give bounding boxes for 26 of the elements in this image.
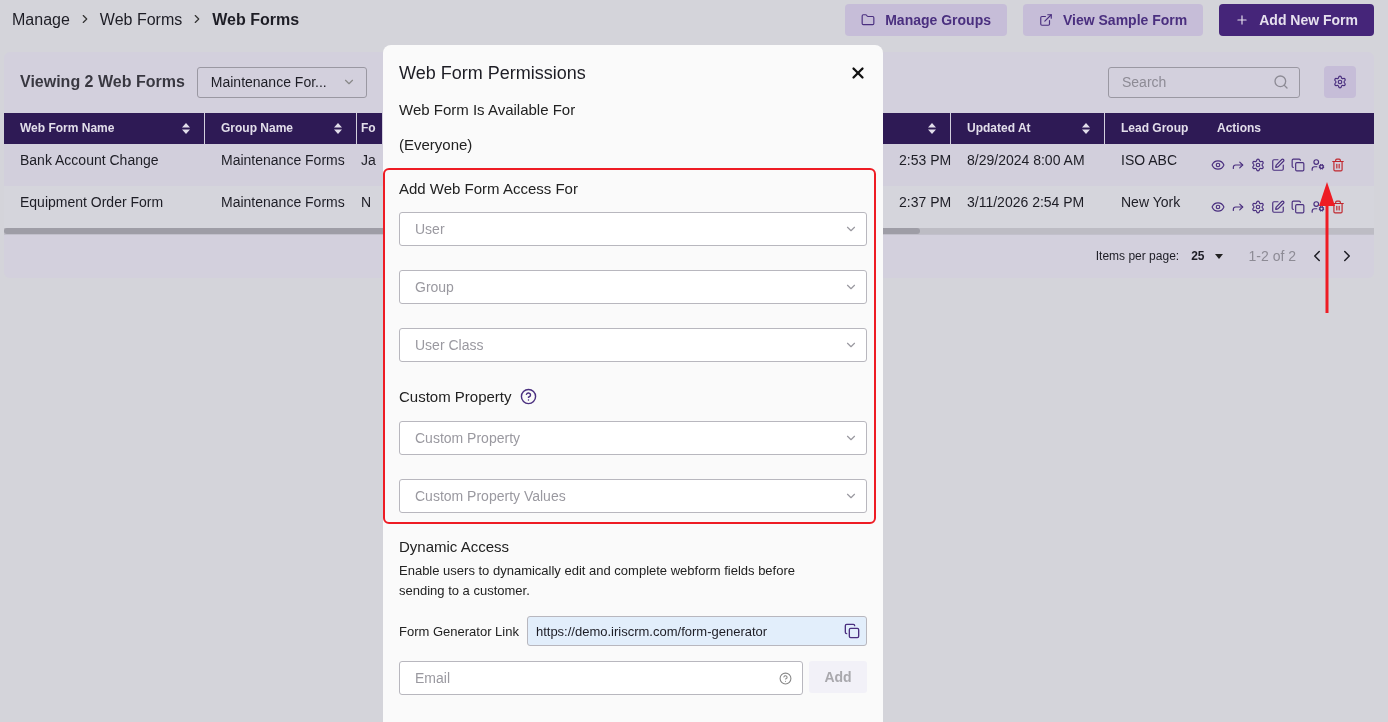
table-cell-text: N [360, 192, 373, 212]
table-cell-text: 2:53 PM [898, 150, 951, 170]
section-heading: Dynamic Access [399, 538, 511, 555]
table-cell-text: Maintenance Forms [220, 150, 346, 170]
column-header: Lead Group [1120, 120, 1190, 138]
available-label: Web Form Is Available For [399, 101, 577, 118]
dialog-title: Web Form Permissions [399, 62, 586, 84]
table-cell-text: ISO ABC [1120, 150, 1179, 170]
section-heading: Custom Property [399, 388, 512, 405]
table-cell-text: New York [1120, 192, 1182, 212]
description-text: Enable users to dynamically edit and complete webform fields before sending to a customer. [399, 562, 796, 600]
table-cell-text: Bank Account Change [19, 150, 160, 170]
available-value: (Everyone) [399, 136, 474, 153]
table-cell-text: Maintenance Forms [220, 192, 346, 212]
table-cell-text: Equipment Order Form [19, 192, 165, 212]
section-heading: Add Web Form Access For [399, 180, 578, 197]
table-cell-text: Ja [360, 150, 377, 170]
items-per-page-label: Items per page: [1095, 249, 1180, 264]
viewing-title: Viewing 2 Web Forms [20, 73, 185, 92]
page-range: 1-2 of 2 [1248, 248, 1296, 265]
column-header: Actions [1216, 120, 1262, 138]
link-label: Form Generator Link [399, 623, 519, 639]
table-cell-text: 2:37 PM [898, 192, 951, 212]
table-cell-text: 8/29/2024 8:00 AM [966, 150, 1086, 170]
table-cell-text: 3/11/2026 2:54 PM [966, 192, 1086, 212]
breadcrumb-item: Web Forms [212, 11, 300, 29]
